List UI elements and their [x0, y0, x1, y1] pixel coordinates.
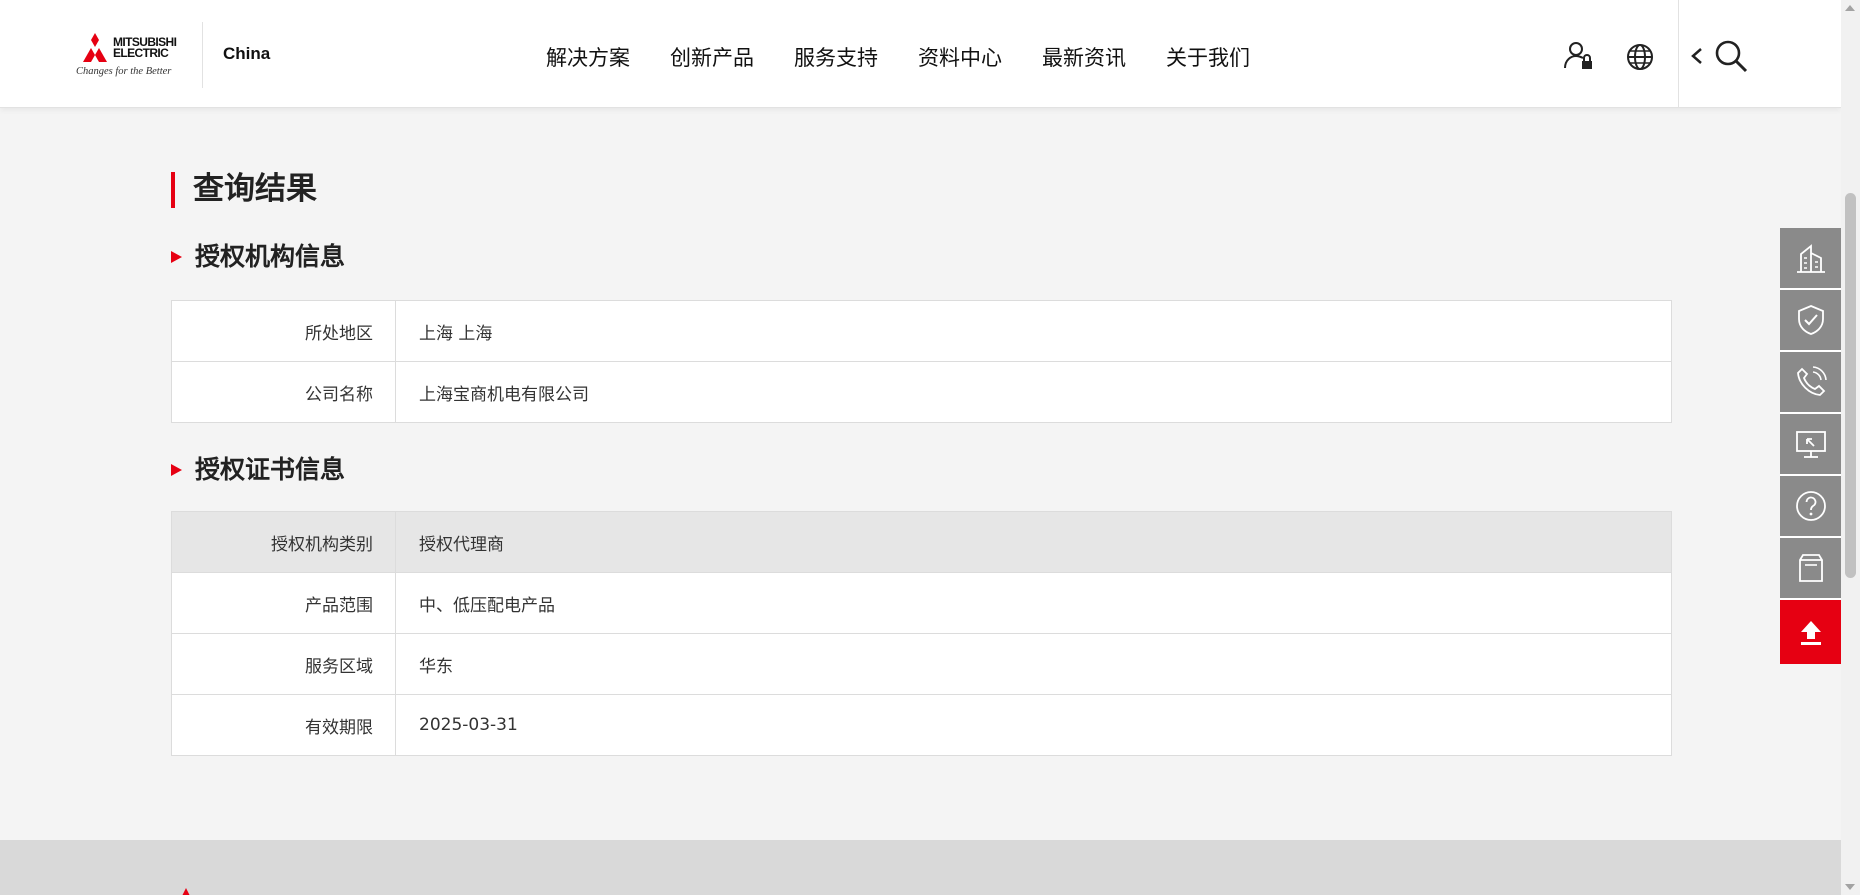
- globe-icon[interactable]: [1625, 42, 1655, 72]
- main-nav: 解决方案 创新产品 服务支持 资料中心 最新资讯 关于我们: [546, 42, 1290, 72]
- header-divider-right: [1678, 0, 1679, 108]
- mitsubishi-logo[interactable]: MITSUBISHI ELECTRIC Changes for the Bett…: [76, 30, 186, 80]
- org-type-label-cell: 授权机构类别: [171, 511, 396, 573]
- product-scope-value-cell: 中、低压配电产品: [395, 572, 1672, 634]
- table-row: 所处地区 上海 上海: [171, 300, 1672, 362]
- scroll-up-arrow-icon[interactable]: [1845, 5, 1855, 11]
- scroll-thumb[interactable]: [1845, 193, 1856, 578]
- side-button-phone[interactable]: [1780, 352, 1842, 414]
- table-row: 服务区域 华东: [171, 633, 1672, 695]
- back-to-top-button[interactable]: [1780, 600, 1842, 664]
- side-toolbar: [1780, 228, 1842, 664]
- region-label[interactable]: China: [223, 44, 270, 64]
- triangle-bullet-icon: [171, 464, 182, 476]
- table-row: 公司名称 上海宝商机电有限公司: [171, 361, 1672, 423]
- site-footer: [0, 840, 1841, 895]
- monitor-icon: [1796, 431, 1826, 458]
- scroll-down-arrow-icon[interactable]: [1845, 884, 1855, 890]
- nav-item-solutions[interactable]: 解决方案: [546, 42, 630, 72]
- table-row: 有效期限 2025-03-31: [171, 694, 1672, 756]
- nav-item-products[interactable]: 创新产品: [670, 42, 754, 72]
- org-info-table: 所处地区 上海 上海 公司名称 上海宝商机电有限公司: [171, 300, 1672, 423]
- brand-name: MITSUBISHI ELECTRIC: [113, 36, 177, 60]
- chevron-left-icon[interactable]: [1689, 46, 1705, 66]
- org-type-value-cell: 授权代理商: [395, 511, 1672, 573]
- nav-item-news[interactable]: 最新资讯: [1042, 42, 1126, 72]
- nav-item-about[interactable]: 关于我们: [1166, 42, 1250, 72]
- page-title: 查询结果: [171, 170, 1672, 208]
- user-lock-icon[interactable]: [1563, 40, 1595, 72]
- nav-item-resources[interactable]: 资料中心: [918, 42, 1002, 72]
- side-button-help[interactable]: [1780, 476, 1842, 538]
- query-result-content: 查询结果 授权机构信息 所处地区 上海 上海 公司名称 上海宝商机电有限公司 授…: [171, 170, 1672, 756]
- product-scope-label-cell: 产品范围: [171, 572, 396, 634]
- table-row: 授权机构类别 授权代理商: [171, 511, 1672, 573]
- region-label-cell: 所处地区: [171, 300, 396, 362]
- header-divider: [202, 22, 203, 88]
- three-diamonds-icon: [83, 33, 107, 62]
- shield-check-icon: [1798, 305, 1824, 335]
- help-icon: [1796, 491, 1826, 521]
- page-scrollbar[interactable]: [1841, 0, 1860, 895]
- back-to-top-icon: [1801, 621, 1821, 645]
- building-icon: [1797, 244, 1825, 273]
- brand-tagline: Changes for the Better: [76, 66, 172, 77]
- side-button-building[interactable]: [1780, 228, 1842, 290]
- org-info-heading: 授权机构信息: [171, 242, 1672, 272]
- side-button-remote[interactable]: [1780, 414, 1842, 476]
- cert-info-title: 授权证书信息: [195, 455, 346, 484]
- nav-item-support[interactable]: 服务支持: [794, 42, 878, 72]
- validity-value-cell: 2025-03-31: [395, 694, 1672, 756]
- cert-info-heading: 授权证书信息: [171, 455, 1672, 485]
- side-button-archive[interactable]: [1780, 538, 1842, 600]
- side-button-authenticity[interactable]: [1780, 290, 1842, 352]
- company-label-cell: 公司名称: [171, 361, 396, 423]
- archive-icon: [1799, 554, 1823, 582]
- triangle-bullet-icon: [171, 251, 182, 263]
- table-row: 产品范围 中、低压配电产品: [171, 572, 1672, 634]
- phone-icon: [1797, 366, 1827, 396]
- org-info-title: 授权机构信息: [195, 242, 346, 271]
- site-header: MITSUBISHI ELECTRIC Changes for the Bett…: [0, 0, 1841, 108]
- search-icon[interactable]: [1713, 38, 1749, 74]
- service-area-label-cell: 服务区域: [171, 633, 396, 695]
- validity-label-cell: 有效期限: [171, 694, 396, 756]
- cert-info-table: 授权机构类别 授权代理商 产品范围 中、低压配电产品 服务区域 华东 有效期限 …: [171, 511, 1672, 756]
- company-value-cell: 上海宝商机电有限公司: [395, 361, 1672, 423]
- footer-logo-icon: [182, 888, 190, 895]
- brand-line2: ELECTRIC: [113, 46, 169, 60]
- region-value-cell: 上海 上海: [395, 300, 1672, 362]
- service-area-value-cell: 华东: [395, 633, 1672, 695]
